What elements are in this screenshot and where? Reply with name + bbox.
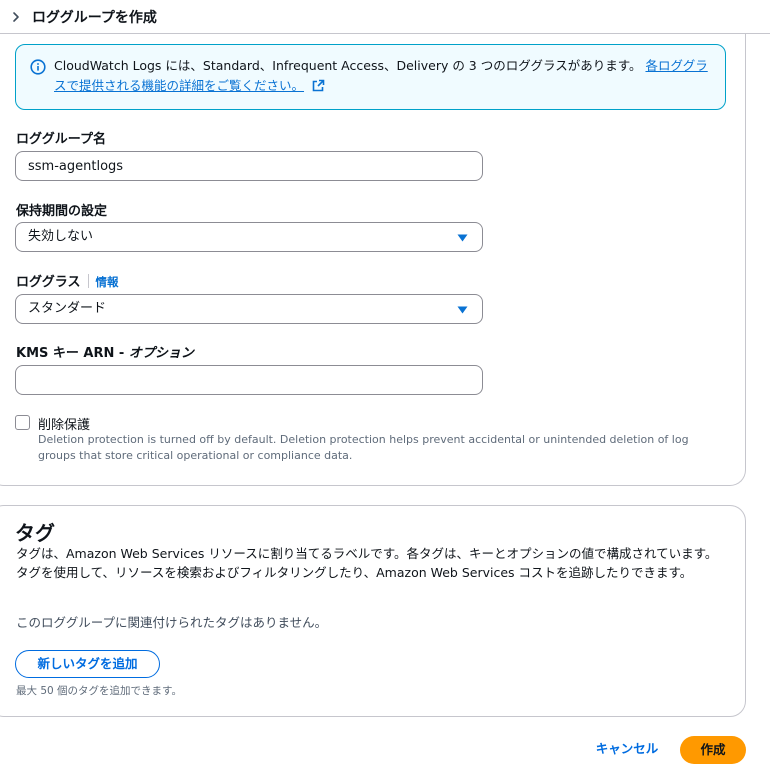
caret-down-icon [457, 306, 468, 314]
caret-down-icon [457, 234, 468, 242]
retention-label: 保持期間の設定 [16, 204, 108, 219]
log-class-info-link[interactable]: 情報 [95, 275, 118, 289]
info-alert: CloudWatch Logs には、Standard、Infrequent A… [15, 44, 726, 110]
tags-limit-hint: 最大 50 個のタグを追加できます。 [16, 685, 182, 697]
breadcrumb: ロググループを作成 [0, 0, 770, 34]
log-class-select[interactable]: スタンダード [15, 294, 483, 324]
info-icon [30, 59, 46, 75]
log-class-label-text: ロググラス [16, 275, 81, 290]
retention-value: 失効しない [28, 229, 94, 244]
tags-heading: タグ [15, 521, 55, 545]
deletion-protection-checkbox[interactable] [15, 415, 30, 430]
page-title: ロググループを作成 [32, 9, 157, 26]
kms-optional-label: オプション [128, 346, 194, 361]
log-group-name-input[interactable] [15, 151, 483, 181]
add-new-tag-button[interactable]: 新しいタグを追加 [15, 650, 160, 678]
create-button[interactable]: 作成 [680, 736, 746, 764]
deletion-protection-label: 削除保護 [38, 418, 91, 433]
kms-key-arn-input[interactable] [15, 365, 483, 395]
log-group-name-label: ロググループ名 [16, 132, 106, 147]
kms-key-label-text: KMS キー ARN - [16, 346, 129, 361]
chevron-right-icon[interactable] [10, 11, 22, 23]
divider [88, 274, 90, 288]
kms-key-label: KMS キー ARN - オプション [16, 342, 194, 361]
cancel-button[interactable]: キャンセル [588, 737, 666, 763]
tags-description: タグは、Amazon Web Services リソースに割り当てるラベルです。… [16, 546, 718, 580]
retention-select[interactable]: 失効しない [15, 222, 483, 252]
no-tags-message: このロググループに関連付けられたタグはありません。 [16, 615, 328, 630]
info-alert-text: CloudWatch Logs には、Standard、Infrequent A… [54, 58, 642, 73]
deletion-protection-description: Deletion protection is turned off by def… [38, 433, 689, 462]
external-link-icon[interactable] [312, 79, 325, 92]
log-class-value: スタンダード [28, 301, 107, 316]
log-class-label: ロググラス 情報 [16, 271, 118, 290]
